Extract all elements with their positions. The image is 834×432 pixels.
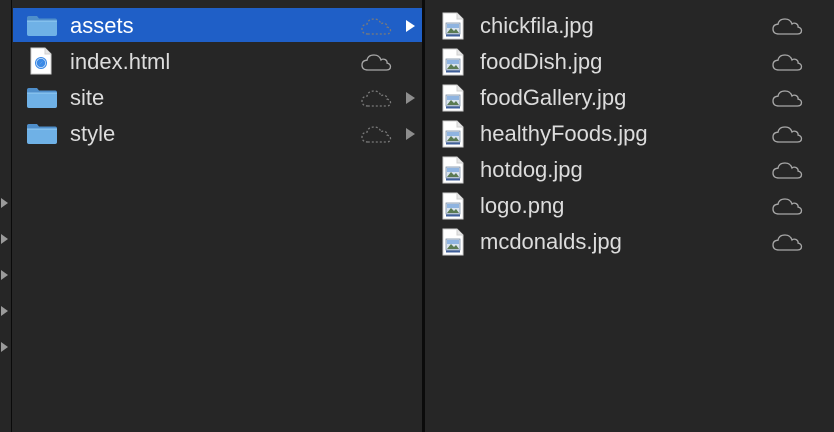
item-name: assets [70, 13, 134, 38]
image-file-icon [442, 120, 464, 148]
image-file-icon [442, 84, 464, 112]
disclosure-arrow-icon[interactable] [1, 306, 8, 316]
item-name: chickfila.jpg [480, 13, 594, 38]
cloud-icon [771, 232, 803, 252]
cloud-icon [771, 124, 803, 144]
cloud-pending-icon [360, 88, 392, 108]
row-assets[interactable]: assets [13, 8, 422, 42]
cloud-icon [771, 52, 803, 72]
cloud-icon [360, 52, 392, 72]
cloud-icon [771, 160, 803, 180]
row-site[interactable]: site [13, 80, 422, 114]
chevron-right-icon [406, 20, 415, 32]
folder-icon [26, 123, 58, 145]
row-healthyfoods-jpg[interactable]: healthyFoods.jpg [425, 116, 834, 150]
row-fooddish-jpg[interactable]: foodDish.jpg [425, 44, 834, 78]
disclosure-arrow-icon[interactable] [1, 270, 8, 280]
item-name: site [70, 85, 105, 110]
html-file-icon [30, 47, 52, 75]
item-name: logo.png [480, 193, 565, 218]
chevron-right-icon [406, 128, 415, 140]
item-name: foodGallery.jpg [480, 85, 627, 110]
finder-column-view: assets index.html site style chickfila.jpg f… [0, 0, 834, 432]
disclosure-arrow-icon[interactable] [1, 198, 8, 208]
row-index-html[interactable]: index.html [13, 44, 422, 78]
cloud-pending-icon [360, 124, 392, 144]
item-name: hotdog.jpg [480, 157, 583, 182]
item-name: foodDish.jpg [480, 49, 603, 74]
image-file-icon [442, 192, 464, 220]
previous-column-strip [0, 0, 12, 432]
row-logo-png[interactable]: logo.png [425, 188, 834, 222]
parent-column: assets index.html site style [13, 0, 422, 432]
image-file-icon [442, 12, 464, 40]
cloud-icon [771, 88, 803, 108]
item-name: index.html [70, 49, 171, 74]
row-hotdog-jpg[interactable]: hotdog.jpg [425, 152, 834, 186]
item-name: mcdonalds.jpg [480, 229, 622, 254]
row-style[interactable]: style [13, 116, 422, 150]
image-file-icon [442, 156, 464, 184]
cloud-pending-icon [360, 16, 392, 36]
image-file-icon [442, 228, 464, 256]
cloud-icon [771, 16, 803, 36]
cloud-icon [771, 196, 803, 216]
row-mcdonalds-jpg[interactable]: mcdonalds.jpg [425, 224, 834, 258]
disclosure-arrow-icon[interactable] [1, 342, 8, 352]
item-name: style [70, 121, 116, 146]
item-name: healthyFoods.jpg [480, 121, 648, 146]
folder-icon [26, 15, 58, 37]
folder-icon [26, 87, 58, 109]
chevron-right-icon [406, 92, 415, 104]
row-foodgallery-jpg[interactable]: foodGallery.jpg [425, 80, 834, 114]
row-chickfila-jpg[interactable]: chickfila.jpg [425, 8, 834, 42]
image-file-icon [442, 48, 464, 76]
disclosure-arrow-icon[interactable] [1, 234, 8, 244]
contents-column: chickfila.jpg foodDish.jpg foodGallery.jpg… [425, 0, 834, 432]
